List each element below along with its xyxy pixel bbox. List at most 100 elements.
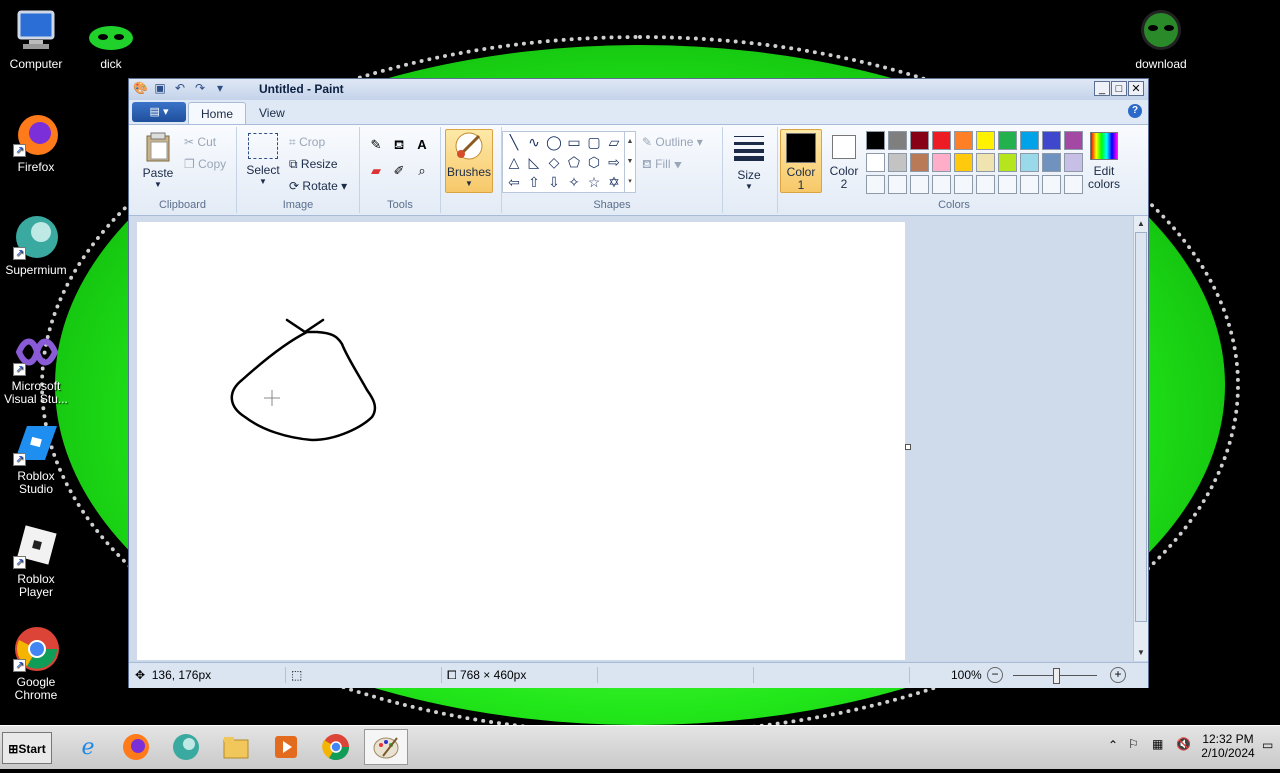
rectangle-shape-icon[interactable]: ▭ <box>565 133 583 151</box>
copy-button[interactable]: ❐ Copy <box>184 157 226 171</box>
hexagon-shape-icon[interactable]: ⬡ <box>585 153 603 171</box>
color-swatch[interactable] <box>976 153 995 172</box>
brushes-button[interactable]: Brushes ▼ <box>445 129 493 193</box>
color-swatch[interactable] <box>998 153 1017 172</box>
color-swatch[interactable] <box>910 131 929 150</box>
custom-color-slot[interactable] <box>888 175 907 194</box>
resize-button[interactable]: ⧉ Resize <box>289 157 338 172</box>
vertical-scrollbar[interactable]: ▲ ▼ <box>1133 216 1148 661</box>
rotate-button[interactable]: ⟳ Rotate ▾ <box>289 179 347 193</box>
canvas-resize-handle[interactable] <box>905 444 911 450</box>
custom-color-slot[interactable] <box>932 175 951 194</box>
right-arrow-shape-icon[interactable]: ⇨ <box>605 153 623 171</box>
fill-bucket-icon[interactable]: ⛾ <box>389 135 409 155</box>
color-picker-icon[interactable]: ✐ <box>389 161 409 181</box>
four-point-star-shape-icon[interactable]: ✧ <box>565 173 583 191</box>
notification-icon[interactable]: ▭ <box>1262 738 1273 752</box>
color-swatch[interactable] <box>954 153 973 172</box>
minimize-button[interactable]: _ <box>1094 81 1110 96</box>
pentagon-shape-icon[interactable]: ⬠ <box>565 153 583 171</box>
help-icon[interactable]: ? <box>1128 104 1142 118</box>
custom-color-slot[interactable] <box>866 175 885 194</box>
undo-icon[interactable]: ↶ <box>173 81 187 95</box>
network-icon[interactable]: ▦ <box>1152 737 1163 751</box>
show-hidden-icons-button[interactable]: ⌃ <box>1108 738 1118 752</box>
oval-shape-icon[interactable]: ◯ <box>545 133 563 151</box>
desktop-icon-roblox-studio[interactable]: ↗ Roblox Studio <box>0 420 72 496</box>
customize-qat-icon[interactable]: ▾ <box>213 81 227 95</box>
color2-button[interactable]: Color 2 <box>824 129 864 191</box>
size-button[interactable]: Size ▼ <box>729 133 769 191</box>
action-center-flag-icon[interactable]: ⚐ <box>1128 737 1139 751</box>
text-tool-icon[interactable]: A <box>412 135 432 155</box>
color-swatch[interactable] <box>1042 131 1061 150</box>
desktop-icon-download[interactable]: download <box>1125 8 1197 71</box>
scroll-up-icon[interactable]: ▲ <box>1134 217 1148 231</box>
custom-color-slot[interactable] <box>976 175 995 194</box>
color-swatch[interactable] <box>998 131 1017 150</box>
triangle-shape-icon[interactable]: △ <box>505 153 523 171</box>
custom-color-slot[interactable] <box>1020 175 1039 194</box>
scroll-thumb[interactable] <box>1135 232 1147 622</box>
color-swatch[interactable] <box>932 131 951 150</box>
desktop-icon-dick[interactable]: dick <box>75 8 147 71</box>
color-swatch[interactable] <box>1064 131 1083 150</box>
pencil-icon[interactable]: ✎ <box>366 135 386 155</box>
curve-shape-icon[interactable]: ∿ <box>525 133 543 151</box>
color-swatch[interactable] <box>866 131 885 150</box>
clock[interactable]: 12:32 PM 2/10/2024 <box>1200 732 1256 760</box>
internet-explorer-taskbar-icon[interactable]: ℯ <box>66 729 110 765</box>
close-button[interactable]: ✕ <box>1128 81 1144 96</box>
magnifier-icon[interactable]: ⌕ <box>412 161 432 181</box>
five-point-star-shape-icon[interactable]: ☆ <box>585 173 603 191</box>
desktop-icon-chrome[interactable]: ↗ Google Chrome <box>0 626 72 702</box>
crop-button[interactable]: ⌗ Crop <box>289 135 325 150</box>
right-triangle-shape-icon[interactable]: ◺ <box>525 153 543 171</box>
up-arrow-shape-icon[interactable]: ⇧ <box>525 173 543 191</box>
color-swatch[interactable] <box>1020 131 1039 150</box>
polygon-shape-icon[interactable]: ⏥ <box>605 133 623 151</box>
paint-taskbar-icon[interactable] <box>364 729 408 765</box>
maximize-button[interactable]: □ <box>1111 81 1127 96</box>
color-swatch[interactable] <box>932 153 951 172</box>
outline-button[interactable]: ✎ Outline ▾ <box>642 135 703 149</box>
diamond-shape-icon[interactable]: ◇ <box>545 153 563 171</box>
color-swatch[interactable] <box>866 153 885 172</box>
desktop-icon-roblox-player[interactable]: ↗ Roblox Player <box>0 523 72 599</box>
edit-colors-button[interactable]: Edit colors <box>1082 129 1126 191</box>
shapes-gallery-scroll[interactable]: ▲ ▼ ▾ <box>624 132 635 192</box>
cut-button[interactable]: ✂ Cut <box>184 135 216 149</box>
eraser-icon[interactable]: ▰ <box>366 161 386 181</box>
left-arrow-shape-icon[interactable]: ⇦ <box>505 173 523 191</box>
color-swatch[interactable] <box>954 131 973 150</box>
custom-color-slot[interactable] <box>910 175 929 194</box>
custom-color-slot[interactable] <box>998 175 1017 194</box>
volume-muted-icon[interactable]: 🔇 <box>1176 737 1191 751</box>
color-swatch[interactable] <box>910 153 929 172</box>
color-swatch[interactable] <box>1042 153 1061 172</box>
zoom-slider-thumb[interactable] <box>1053 668 1060 684</box>
color-swatch[interactable] <box>1064 153 1083 172</box>
redo-icon[interactable]: ↷ <box>193 81 207 95</box>
chrome-taskbar-icon[interactable] <box>314 729 358 765</box>
rounded-rectangle-shape-icon[interactable]: ▢ <box>585 133 603 151</box>
zoom-out-button[interactable]: − <box>987 667 1003 683</box>
desktop-icon-visual-studio[interactable]: ↗ Microsoft Visual Stu... <box>0 330 72 406</box>
scroll-down-icon[interactable]: ▼ <box>1134 646 1148 660</box>
file-explorer-taskbar-icon[interactable] <box>214 729 258 765</box>
supermium-taskbar-icon[interactable] <box>164 729 208 765</box>
desktop-icon-supermium[interactable]: ↗ Supermium <box>0 214 72 277</box>
paint-menu-button[interactable]: ▤ ▾ <box>132 102 186 122</box>
drawing-canvas[interactable] <box>137 222 905 660</box>
tab-view[interactable]: View <box>247 102 297 124</box>
line-shape-icon[interactable]: ╲ <box>505 133 523 151</box>
color1-button[interactable]: Color 1 <box>780 129 822 193</box>
tab-home[interactable]: Home <box>188 102 247 125</box>
color-swatch[interactable] <box>888 131 907 150</box>
six-point-star-shape-icon[interactable]: ✡ <box>605 173 623 191</box>
media-player-taskbar-icon[interactable] <box>264 729 308 765</box>
desktop-icon-firefox[interactable]: ↗ Firefox <box>0 111 72 174</box>
select-button[interactable]: Select ▼ <box>245 133 281 186</box>
desktop-icon-computer[interactable]: Computer <box>0 8 72 71</box>
title-bar[interactable]: 🎨 ▣ ↶ ↷ ▾ Untitled - Paint _ □ ✕ <box>129 79 1148 101</box>
